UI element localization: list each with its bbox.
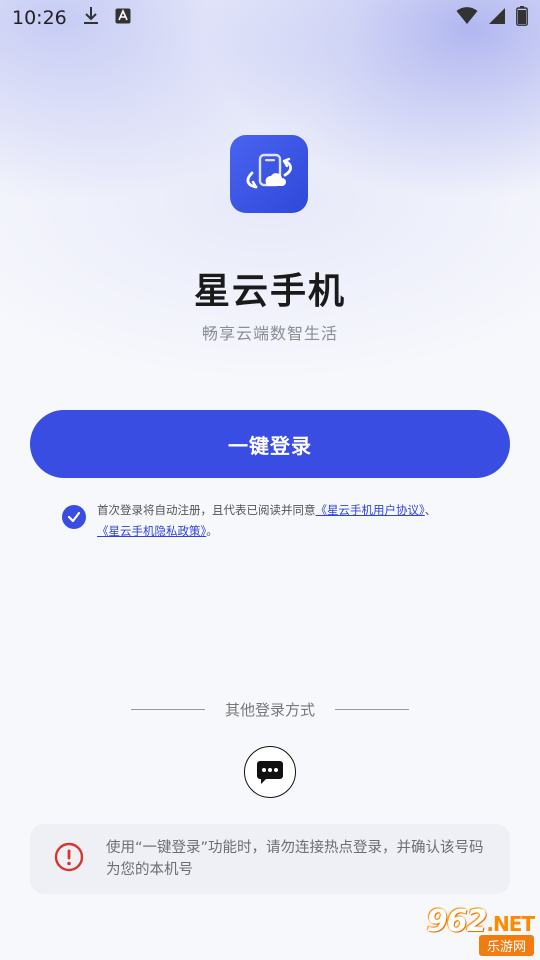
wifi-icon <box>456 7 478 29</box>
a-notification-icon <box>115 8 131 28</box>
other-login-label: 其他登录方式 <box>224 700 315 719</box>
app-title: 星云手机 <box>193 271 346 312</box>
check-icon <box>67 511 81 523</box>
agreement-prefix: 首次登录将自动注册，且代表已阅读并同意 <box>97 503 316 517</box>
divider-line-right <box>335 708 409 710</box>
battery-icon <box>516 6 528 30</box>
divider-line-left <box>130 708 205 710</box>
app-logo-icon <box>230 135 308 213</box>
notice-text: 使用“一键登录”功能时，请勿连接热点登录，并确认该号码为您的本机号 <box>106 840 484 878</box>
hotspot-notice: 使用“一键登录”功能时，请勿连接热点登录，并确认该号码为您的本机号 <box>30 824 510 894</box>
agreement-separator: 、 <box>424 503 437 517</box>
cellular-signal-icon <box>488 7 506 29</box>
agreement-text: 首次登录将自动注册，且代表已阅读并同意《星云手机用户协议》、《星云手机隐私政策》… <box>97 500 436 542</box>
watermark-logo: 962.NET <box>426 904 535 939</box>
status-bar: 10:26 <box>0 0 540 36</box>
download-icon <box>83 6 99 30</box>
app-subtitle: 畅享云端数智生活 <box>201 324 338 343</box>
user-agreement-link[interactable]: 《星云手机用户协议》 <box>316 503 425 517</box>
other-login-divider: 其他登录方式 <box>0 698 540 720</box>
status-right-group <box>456 6 528 30</box>
one-click-login-button[interactable]: 一键登录 <box>30 410 510 478</box>
status-time: 10:26 <box>12 7 67 29</box>
agreement-checkbox[interactable] <box>62 505 86 529</box>
watermark-number: 962 <box>426 904 488 939</box>
agreement-suffix: 。 <box>206 524 218 538</box>
watermark-site-name: 乐游网 <box>478 935 534 956</box>
site-watermark: 962.NET 乐游网 <box>426 904 535 956</box>
sms-login-button[interactable] <box>244 746 296 798</box>
agreement-row: 首次登录将自动注册，且代表已阅读并同意《星云手机用户协议》、《星云手机隐私政策》… <box>62 500 482 542</box>
warning-icon <box>54 842 84 876</box>
sms-message-icon <box>257 761 283 784</box>
watermark-net: .NET <box>486 912 535 936</box>
privacy-policy-link[interactable]: 《星云手机隐私政策》 <box>97 524 206 538</box>
